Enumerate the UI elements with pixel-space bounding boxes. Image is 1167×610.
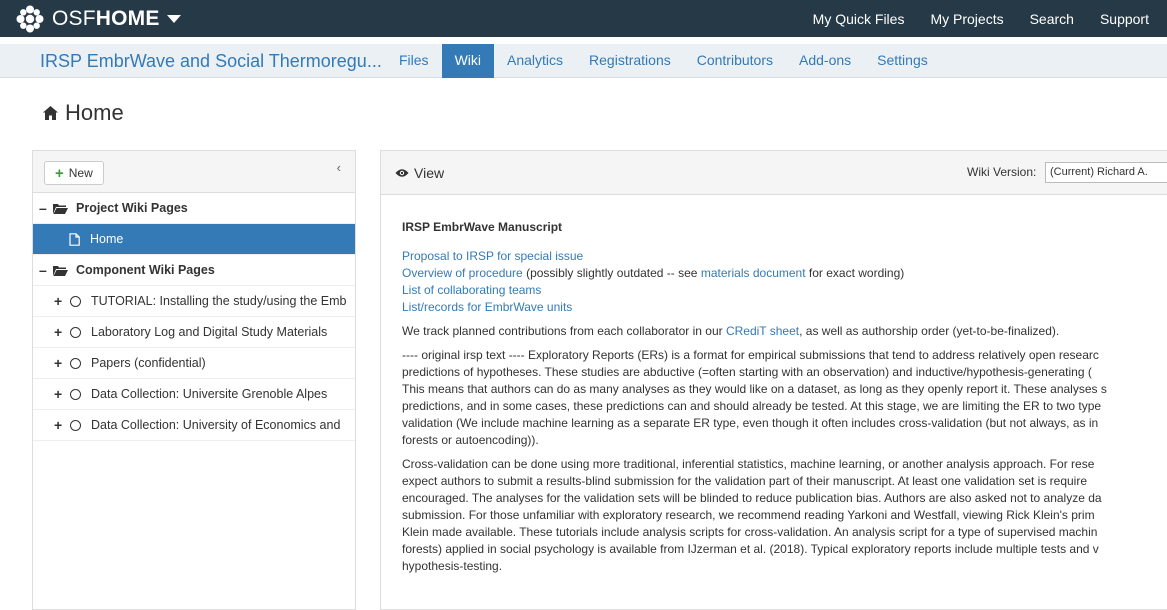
project-navbar: IRSP EmbrWave and Social Thermoregu... F… [0, 44, 1167, 78]
paragraph-line: predictions, and in some cases, these pr… [402, 399, 1102, 413]
paragraph-line: validation (We include machine learning … [402, 416, 1099, 430]
expand-plus-icon: + [54, 293, 63, 309]
new-button-label: New [68, 166, 93, 180]
file-icon [69, 232, 80, 246]
page-title-text: Home [65, 100, 124, 125]
my-projects-link[interactable]: My Projects [930, 11, 1003, 27]
paragraph-line: forests) applied in social psychology is… [402, 542, 1099, 556]
new-wiki-page-button[interactable]: + New [44, 161, 104, 185]
page-title: Home [42, 100, 124, 126]
credit-text-start: We track planned contributions from each… [402, 324, 726, 338]
overview-note-end: for exact wording) [805, 266, 905, 280]
view-label-text: View [414, 164, 445, 181]
my-quick-files-link[interactable]: My Quick Files [813, 11, 905, 27]
plus-icon: + [55, 164, 64, 182]
eye-icon [395, 168, 409, 177]
wiki-page-label: Home [90, 232, 124, 246]
component-item[interactable]: + TUTORIAL: Installing the study/using t… [33, 286, 355, 317]
top-nav-links: My Quick Files My Projects Search Suppor… [787, 0, 1149, 37]
expand-plus-icon: + [54, 355, 63, 371]
component-label: Data Collection: Universite Grenoble Alp… [91, 387, 328, 401]
project-title-link[interactable]: IRSP EmbrWave and Social Thermoregu... [40, 44, 382, 78]
overview-procedure-link[interactable]: Overview of procedure [402, 266, 523, 280]
paragraph-line: Klein made available. These tutorials in… [402, 525, 1098, 539]
tab-contributors[interactable]: Contributors [684, 44, 786, 78]
paragraph-line: Cross-validation can be done using more … [402, 457, 1095, 471]
tab-registrations[interactable]: Registrations [576, 44, 684, 78]
expand-plus-icon: + [54, 417, 63, 433]
paragraph-line: This means that authors can do as many a… [402, 382, 1107, 396]
paragraph-line: encouraged. The analyses for the validat… [402, 491, 1102, 505]
circle-icon [70, 388, 81, 400]
wiki-view-panel: View Wiki Version: (Current) Richard A. … [380, 150, 1167, 610]
paragraph-line: expect authors to submit a results-blind… [402, 474, 1088, 488]
manuscript-heading: IRSP EmbrWave Manuscript [402, 220, 563, 234]
circle-icon [70, 326, 81, 338]
tab-add-ons[interactable]: Add-ons [786, 44, 864, 78]
home-icon [43, 106, 58, 120]
credit-text-end: , as well as authorship order (yet-to-be… [799, 324, 1060, 338]
circle-icon [70, 357, 81, 369]
tab-settings[interactable]: Settings [864, 44, 941, 78]
component-label: Laboratory Log and Digital Study Materia… [91, 325, 328, 339]
osf-home-brand[interactable]: OSFHOME [15, 0, 181, 37]
collaborating-teams-link[interactable]: List of collaborating teams [402, 282, 1162, 299]
component-item[interactable]: + Data Collection: Universite Grenoble A… [33, 379, 355, 410]
component-label: Papers (confidential) [91, 356, 206, 370]
wiki-version-label: Wiki Version: [967, 165, 1037, 179]
top-navbar: OSFHOME My Quick Files My Projects Searc… [0, 0, 1167, 37]
circle-icon [70, 295, 81, 307]
materials-document-link[interactable]: materials document [701, 266, 806, 280]
collapse-minus-icon: – [39, 200, 47, 216]
collapse-minus-icon: – [39, 262, 47, 278]
caret-down-icon [166, 14, 181, 23]
component-item[interactable]: + Data Collection: University of Economi… [33, 410, 355, 441]
paragraph-line: hypothesis-testing. [402, 559, 503, 573]
tab-analytics[interactable]: Analytics [494, 44, 576, 78]
paragraph-line: ---- original irsp text ---- Exploratory… [402, 348, 1099, 362]
wiki-page-home[interactable]: Home [33, 224, 355, 255]
search-link[interactable]: Search [1030, 11, 1074, 27]
tab-files[interactable]: Files [386, 44, 442, 78]
expand-plus-icon: + [54, 324, 63, 340]
component-label: Data Collection: University of Economics… [91, 418, 341, 432]
overview-note: (possibly slightly outdated -- see [522, 266, 701, 280]
proposal-link[interactable]: Proposal to IRSP for special issue [402, 248, 1162, 265]
component-item[interactable]: + Laboratory Log and Digital Study Mater… [33, 317, 355, 348]
collapse-sidebar-icon[interactable]: ‹ [337, 160, 341, 175]
component-wiki-pages-group[interactable]: – Component Wiki Pages [33, 255, 355, 286]
overview-line: Overview of procedure (possibly slightly… [402, 265, 1162, 282]
component-label: TUTORIAL: Installing the study/using the… [91, 294, 347, 308]
wiki-sidebar: + New ‹ – Project Wiki Pages Home – Comp… [32, 150, 356, 610]
sidebar-header: + New ‹ [33, 151, 355, 193]
circle-icon [70, 419, 81, 431]
project-tabs: Files Wiki Analytics Registrations Contr… [386, 44, 941, 78]
component-item[interactable]: + Papers (confidential) [33, 348, 355, 379]
folder-open-icon [53, 203, 68, 214]
embrwave-units-link[interactable]: List/records for EmbrWave units [402, 299, 1162, 316]
view-panel-header: View Wiki Version: (Current) Richard A. [381, 151, 1167, 195]
brand-name: OSFHOME [52, 6, 160, 30]
osf-logo-icon [16, 5, 44, 32]
paragraph-line: forests or autoencoding)). [402, 433, 539, 447]
wiki-version-select[interactable]: (Current) Richard A. [1045, 162, 1167, 183]
credit-paragraph: We track planned contributions from each… [402, 323, 1162, 340]
paragraph-line: submission. For those unfamiliar with ex… [402, 508, 1095, 522]
expand-plus-icon: + [54, 386, 63, 402]
group-label: Component Wiki Pages [76, 263, 215, 277]
original-irsp-paragraph: ---- original irsp text ---- Exploratory… [402, 347, 1162, 449]
credit-sheet-link[interactable]: CRediT sheet [726, 324, 799, 338]
wiki-content: IRSP EmbrWave Manuscript Proposal to IRS… [402, 219, 1162, 575]
folder-open-icon [53, 265, 68, 276]
tab-wiki[interactable]: Wiki [441, 44, 494, 78]
view-heading: View [395, 151, 444, 194]
cross-validation-paragraph: Cross-validation can be done using more … [402, 456, 1162, 575]
project-wiki-pages-group[interactable]: – Project Wiki Pages [33, 193, 355, 224]
paragraph-line: predictions of hypotheses. These studies… [402, 365, 1092, 379]
group-label: Project Wiki Pages [76, 201, 188, 215]
support-link[interactable]: Support [1100, 11, 1149, 27]
